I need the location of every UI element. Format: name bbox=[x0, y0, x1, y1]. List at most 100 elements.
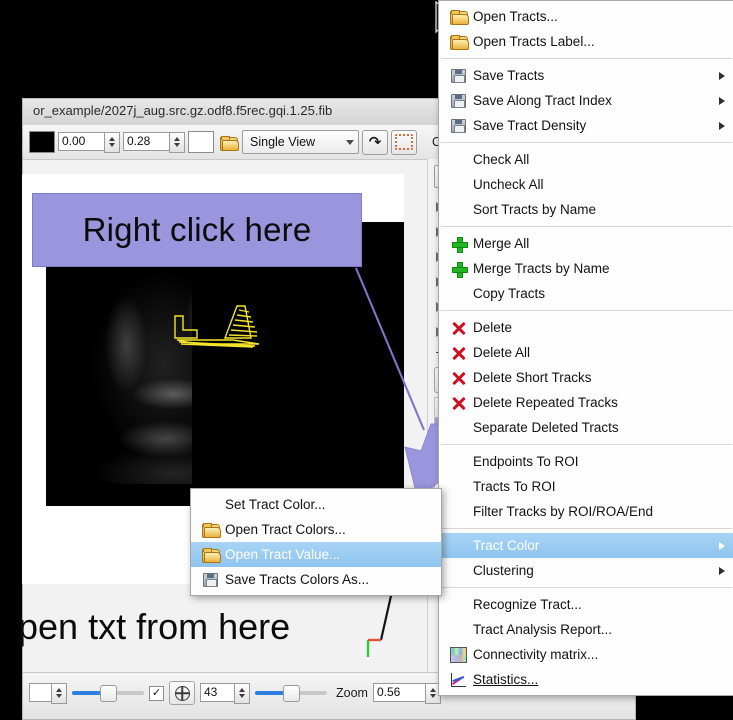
menu-item-clustering[interactable]: Clustering bbox=[439, 558, 733, 583]
menu-item-label: Recognize Tract... bbox=[473, 597, 582, 612]
menu-item-label: Open Tract Colors... bbox=[225, 522, 346, 537]
orientation-button[interactable] bbox=[169, 681, 195, 705]
zoom-input[interactable] bbox=[372, 682, 425, 702]
menu-separator bbox=[441, 444, 732, 445]
max-value-stepper[interactable] bbox=[123, 131, 185, 153]
menu-item-sort-tracts-by-name[interactable]: Sort Tracts by Name bbox=[439, 197, 733, 222]
menu-item-merge-all[interactable]: Merge All bbox=[439, 231, 733, 256]
menu-item-label: Check All bbox=[473, 152, 530, 167]
menu-item-filter-tracks-by-roi[interactable]: Filter Tracks by ROI/ROA/End bbox=[439, 499, 733, 524]
submenu-arrow-icon bbox=[719, 71, 725, 80]
submenu-arrow-icon bbox=[719, 566, 725, 575]
max-value-input[interactable] bbox=[123, 131, 169, 151]
menu-item-open-tracts-label[interactable]: Open Tracts Label... bbox=[439, 29, 733, 54]
menu-item-delete-short-tracks[interactable]: Delete Short Tracks bbox=[439, 365, 733, 390]
slice-stepper-left[interactable] bbox=[29, 682, 67, 704]
refresh-icon: ↷ bbox=[368, 133, 382, 151]
zoom-stepper[interactable] bbox=[372, 682, 441, 704]
save-icon bbox=[200, 571, 221, 588]
menu-item-label: Filter Tracks by ROI/ROA/End bbox=[473, 504, 654, 519]
x-icon bbox=[448, 369, 469, 386]
menu-item-label: Open Tracts Label... bbox=[473, 34, 595, 49]
annotation-open-txt-label: pen txt from here bbox=[18, 606, 291, 647]
menu-item-label: Tracts To ROI bbox=[473, 479, 556, 494]
slice-slider-left[interactable] bbox=[72, 684, 144, 702]
min-value-input[interactable] bbox=[58, 131, 104, 151]
menu-item-tract-color[interactable]: Tract Color bbox=[439, 533, 733, 558]
menu-item-merge-tracts-by-name[interactable]: Merge Tracts by Name bbox=[439, 256, 733, 281]
menu-item-delete-all[interactable]: Delete All bbox=[439, 340, 733, 365]
menu-item-label: Tract Analysis Report... bbox=[473, 622, 613, 637]
menu-item-save-tract-density[interactable]: Save Tract Density bbox=[439, 113, 733, 138]
window-title: or_example/2027j_aug.src.gz.odf8.f5rec.g… bbox=[33, 103, 333, 118]
menu-item-separate-deleted-tracts[interactable]: Separate Deleted Tracts bbox=[439, 415, 733, 440]
max-value-spin-arrows[interactable] bbox=[169, 131, 185, 153]
submenu-item-save-tracts-colors-as[interactable]: Save Tracts Colors As... bbox=[191, 567, 441, 592]
overlay-checkbox[interactable]: ✓ bbox=[149, 685, 164, 701]
menu-separator bbox=[441, 310, 732, 311]
matrix-icon bbox=[448, 646, 469, 663]
menu-item-label: Delete bbox=[473, 320, 513, 335]
fit-view-icon bbox=[395, 134, 413, 150]
menu-item-save-along-tract-index[interactable]: Save Along Tract Index bbox=[439, 88, 733, 113]
menu-item-delete-repeated-tracks[interactable]: Delete Repeated Tracks bbox=[439, 390, 733, 415]
menu-item-uncheck-all[interactable]: Uncheck All bbox=[439, 172, 733, 197]
slice-index-spin-arrows[interactable] bbox=[234, 682, 250, 704]
menu-item-connectivity-matrix[interactable]: Connectivity matrix... bbox=[439, 642, 733, 667]
menu-item-label: Save Tracts bbox=[473, 68, 545, 83]
min-value-stepper[interactable] bbox=[58, 131, 120, 153]
menu-item-label: Separate Deleted Tracts bbox=[473, 420, 619, 435]
menu-item-statistics[interactable]: Statistics... bbox=[439, 667, 733, 692]
menu-item-delete[interactable]: Delete bbox=[439, 315, 733, 340]
menu-item-label: Clustering bbox=[473, 563, 534, 578]
slice-index-slider[interactable] bbox=[255, 684, 327, 702]
folder-icon bbox=[448, 8, 469, 25]
menu-item-label: Save Along Tract Index bbox=[473, 93, 612, 108]
min-value-spin-arrows[interactable] bbox=[104, 131, 120, 153]
menu-item-label: Open Tract Value... bbox=[225, 547, 341, 562]
submenu-item-open-tract-colors[interactable]: Open Tract Colors... bbox=[191, 517, 441, 542]
menu-item-open-tracts[interactable]: Open Tracts... bbox=[439, 4, 733, 29]
color-swatch-min[interactable] bbox=[29, 131, 55, 153]
folder-icon bbox=[448, 33, 469, 50]
x-icon bbox=[448, 319, 469, 336]
submenu-item-open-tract-value[interactable]: Open Tract Value... bbox=[191, 542, 441, 567]
menu-item-label: Set Tract Color... bbox=[225, 497, 326, 512]
slice-index-stepper[interactable] bbox=[200, 682, 250, 704]
save-icon bbox=[448, 117, 469, 134]
submenu-arrow-icon bbox=[719, 121, 725, 130]
view-mode-combo[interactable]: Single View bbox=[242, 130, 359, 154]
menu-item-label: Endpoints To ROI bbox=[473, 454, 579, 469]
annotation-right-click-here: Right click here bbox=[32, 193, 362, 267]
submenu-item-set-tract-color[interactable]: Set Tract Color... bbox=[191, 492, 441, 517]
folder-icon bbox=[200, 546, 221, 563]
menu-separator bbox=[441, 142, 732, 143]
menu-item-label: Merge Tracts by Name bbox=[473, 261, 610, 276]
menu-item-recognize-tract[interactable]: Recognize Tract... bbox=[439, 592, 733, 617]
x-icon bbox=[448, 394, 469, 411]
slice-input-left[interactable] bbox=[29, 682, 51, 702]
view-mode-value: Single View bbox=[250, 135, 316, 149]
menu-separator bbox=[441, 528, 732, 529]
menu-item-label: Delete Short Tracks bbox=[473, 370, 592, 385]
slice-index-input[interactable] bbox=[200, 682, 234, 702]
menu-item-tracts-to-roi[interactable]: Tracts To ROI bbox=[439, 474, 733, 499]
x-icon bbox=[448, 344, 469, 361]
fit-view-button[interactable] bbox=[391, 129, 417, 155]
menu-item-copy-tracts[interactable]: Copy Tracts bbox=[439, 281, 733, 306]
menu-item-label: Tract Color bbox=[473, 538, 540, 553]
folder-icon bbox=[200, 521, 221, 538]
chevron-down-icon bbox=[346, 139, 354, 145]
menu-item-tract-analysis-report[interactable]: Tract Analysis Report... bbox=[439, 617, 733, 642]
menu-item-label: Delete All bbox=[473, 345, 531, 360]
tracts-context-menu[interactable]: Open Tracts... Open Tracts Label... Save… bbox=[438, 0, 733, 696]
menu-item-endpoints-to-roi[interactable]: Endpoints To ROI bbox=[439, 449, 733, 474]
open-file-button[interactable] bbox=[217, 132, 239, 152]
slice-spin-arrows-left[interactable] bbox=[51, 682, 67, 704]
color-swatch-max[interactable] bbox=[188, 131, 214, 153]
tract-color-submenu[interactable]: Set Tract Color... Open Tract Colors... … bbox=[190, 488, 442, 596]
menu-item-check-all[interactable]: Check All bbox=[439, 147, 733, 172]
refresh-button[interactable]: ↷ bbox=[362, 129, 388, 155]
menu-item-save-tracts[interactable]: Save Tracts bbox=[439, 63, 733, 88]
menu-item-label: Open Tracts... bbox=[473, 9, 558, 24]
